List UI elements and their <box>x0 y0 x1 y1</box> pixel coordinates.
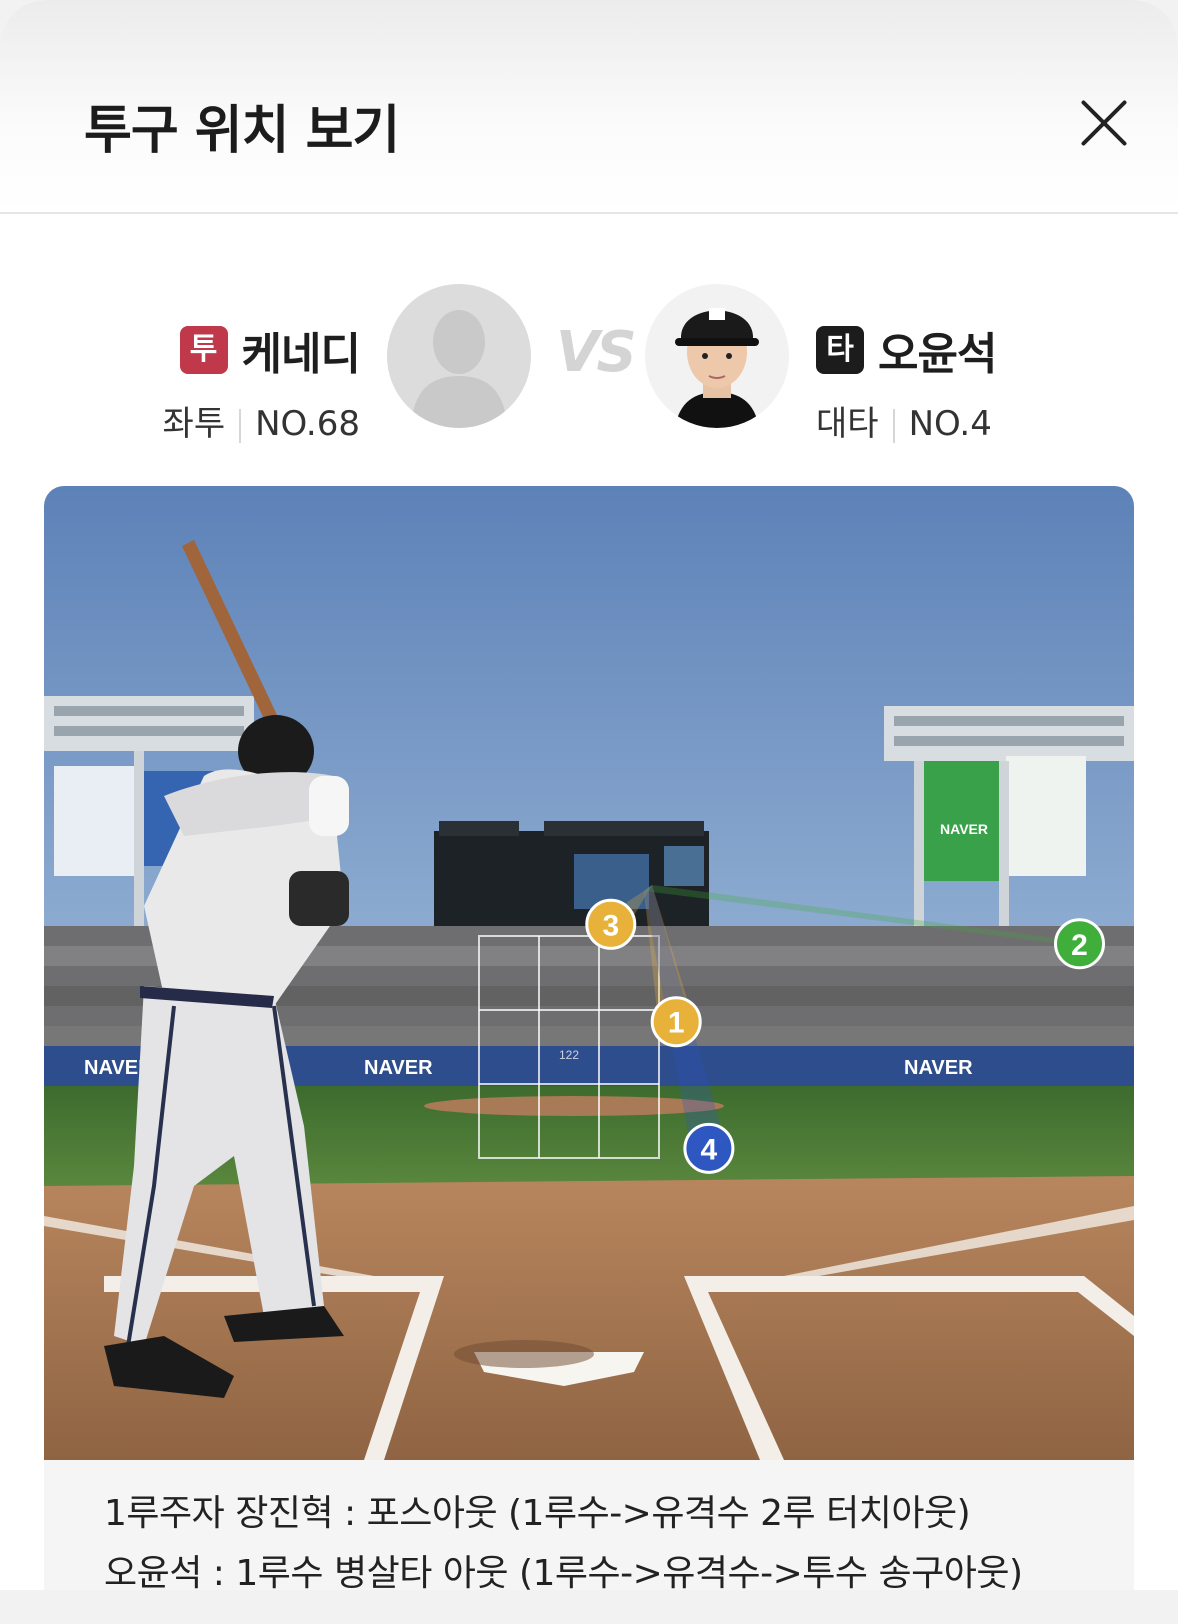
stadium-illustration: NAVER NAVER NAVER NAVER 122 1234 <box>44 486 1134 1460</box>
pitcher-hand: 좌투 <box>162 404 226 444</box>
wall-ad-text-3: NAVER <box>904 1057 973 1079</box>
meta-divider <box>239 408 242 443</box>
pitch-marker-label: 1 <box>668 1007 685 1040</box>
default-person-icon <box>387 284 531 428</box>
vs-label: VS <box>556 320 637 385</box>
meta-divider <box>892 408 895 443</box>
pitch-marker-1[interactable]: 1 <box>650 996 702 1048</box>
close-icon[interactable] <box>1080 98 1130 148</box>
pitcher-role-badge: 투 <box>179 326 228 374</box>
play-result: 1루주자 장진혁 : 포스아웃 (1루수->유격수 2루 터치아웃) 오윤석 :… <box>44 1460 1134 1590</box>
batter-position: 대타 <box>816 404 879 444</box>
wall-ad-text-2: NAVER <box>364 1057 433 1079</box>
result-line-1: 1루주자 장진혁 : 포스아웃 (1루수->유격수 2루 터치아웃) <box>104 1493 971 1534</box>
pitch-marker-2[interactable]: 2 <box>1054 918 1105 970</box>
batter-name[interactable]: 오윤석 <box>878 329 997 380</box>
batter-role-badge: 타 <box>816 326 864 374</box>
pitch-marker-3[interactable]: 3 <box>585 898 637 950</box>
pitcher-avatar[interactable] <box>387 284 531 428</box>
pitch-speed-readout: 122 <box>559 1048 579 1062</box>
pitch-marker-label: 4 <box>701 1133 718 1166</box>
pitch-location-field: NAVER NAVER NAVER NAVER 122 1 2 3 4 <box>44 486 1134 1460</box>
pitcher-info: 투 케네디 좌투 NO.68 <box>163 318 361 445</box>
result-line-2: 오윤석 : 1루수 병살타 아웃 (1루수->유격수->투수 송구아웃) <box>104 1553 1023 1590</box>
pitcher-meta: 좌투 NO.68 <box>163 396 360 445</box>
pitcher-number: NO.68 <box>255 404 360 444</box>
pitch-marker-label: 2 <box>1071 929 1088 962</box>
pitch-location-sheet: 투구 위치 보기 투 케네디 좌투 NO.68 VS 타 오윤석 대타 NO.4… <box>0 0 1178 1590</box>
ad-board-text: NAVER <box>940 821 988 837</box>
batter-number: NO.4 <box>908 404 992 444</box>
batter-info: 타 오윤석 대타 NO.4 <box>816 318 997 445</box>
page-title: 투구 위치 보기 <box>84 101 400 161</box>
batter-meta: 대타 NO.4 <box>816 396 996 445</box>
batter-avatar[interactable] <box>645 284 789 428</box>
pitch-marker-label: 3 <box>602 909 619 942</box>
pitch-marker-4[interactable]: 4 <box>683 1122 735 1174</box>
batter-photo <box>645 284 789 428</box>
pitcher-name[interactable]: 케네디 <box>242 329 361 380</box>
sheet-header: 투구 위치 보기 <box>0 0 1178 214</box>
